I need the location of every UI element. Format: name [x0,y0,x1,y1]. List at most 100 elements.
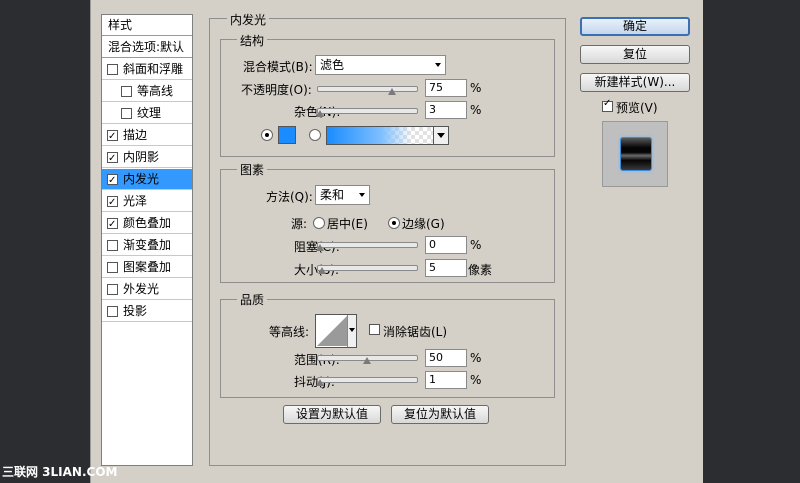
noise-input[interactable]: 3 [425,101,467,119]
noise-slider-thumb[interactable] [316,110,324,117]
method-select[interactable]: 柔和 [315,185,370,205]
ok-button[interactable]: 确定 [580,17,690,36]
quality-title: 品质 [237,291,268,308]
style-list-item[interactable]: 等高线 [102,81,192,102]
blend-mode-value: 滤色 [320,58,345,72]
opacity-input[interactable]: 75 [425,79,467,97]
range-input[interactable]: 50 [425,349,467,367]
jitter-percent: % [470,373,482,387]
style-list-item-label: 等高线 [137,84,174,98]
contour-dropdown-button[interactable] [347,315,356,347]
jitter-slider[interactable] [316,377,418,386]
antialias-label[interactable]: 消除锯齿(L) [383,323,447,340]
style-checkbox[interactable] [107,215,118,235]
range-percent: % [470,351,482,365]
style-checkbox[interactable] [121,108,132,119]
opacity-slider-thumb[interactable] [388,88,396,95]
choke-input[interactable]: 0 [425,236,467,254]
gradient-radio[interactable] [309,129,321,141]
antialias-checkbox[interactable] [369,324,380,335]
size-slider-thumb[interactable] [318,267,326,274]
inner-glow-title: 内发光 [227,11,270,28]
jitter-slider-thumb[interactable] [316,379,324,386]
style-list-item-label: 投影 [123,304,148,318]
blending-options-item[interactable]: 混合选项:默认 [102,37,192,58]
choke-percent: % [470,238,482,252]
choke-slider[interactable] [316,242,418,251]
blend-mode-select[interactable]: 滤色 [315,55,446,75]
style-checkbox[interactable] [107,284,118,295]
style-list-item[interactable]: 渐变叠加 [102,235,192,256]
style-list-item-label: 光泽 [123,194,148,208]
source-label: 源: [291,217,308,231]
contour-picker[interactable] [315,314,357,348]
style-list-item[interactable]: 颜色叠加 [102,213,192,235]
new-style-button[interactable]: 新建样式(W)... [580,73,690,92]
blend-mode-label: 混合模式(B): [243,60,313,74]
style-list-item[interactable]: 内发光 [102,169,192,191]
opacity-label: 不透明度(O): [241,83,312,97]
jitter-input[interactable]: 1 [425,371,467,389]
style-list-item-label: 内发光 [123,172,160,186]
reset-button[interactable]: 复位 [580,45,690,64]
glow-color-swatch[interactable] [278,126,296,144]
range-slider[interactable] [317,355,418,364]
choke-slider-thumb[interactable] [316,244,324,251]
style-checkbox[interactable] [107,306,118,317]
make-default-button[interactable]: 设置为默认值 [283,405,381,424]
structure-title: 结构 [237,32,268,49]
style-checkbox[interactable] [107,149,118,169]
style-list-item-label: 图案叠加 [123,260,172,274]
quality-group [220,299,555,398]
style-list: 样式 混合选项:默认 斜面和浮雕等高线纹理描边内阴影内发光光泽颜色叠加渐变叠加图… [101,14,193,466]
style-list-item[interactable]: 斜面和浮雕 [102,59,192,80]
size-input[interactable]: 5 [425,259,467,277]
chevron-down-icon [437,133,445,138]
noise-slider[interactable] [316,108,418,117]
style-list-item-label: 内阴影 [123,150,160,164]
style-checkbox[interactable] [107,64,118,75]
range-slider-thumb[interactable] [363,357,371,364]
noise-percent: % [470,103,482,117]
style-checkbox[interactable] [107,240,118,251]
opacity-percent: % [470,81,482,95]
method-label: 方法(Q): [266,190,313,204]
style-checkbox[interactable] [107,193,118,213]
contour-label: 等高线: [269,325,310,339]
chevron-down-icon [435,63,441,67]
preview-swatch [620,137,652,171]
elements-title: 图素 [237,161,268,178]
source-edge-label[interactable]: 边缘(G) [402,215,445,232]
style-checkbox[interactable] [107,127,118,147]
opacity-slider[interactable] [317,86,418,95]
styles-header-label: 样式 [108,18,133,32]
size-slider[interactable] [317,265,418,274]
source-center-radio[interactable] [313,217,325,229]
gradient-picker[interactable] [326,126,449,145]
source-edge-radio[interactable] [388,217,400,229]
preview-checkbox[interactable] [602,98,613,112]
source-center-label[interactable]: 居中(E) [327,215,368,232]
layer-style-dialog: 样式 混合选项:默认 斜面和浮雕等高线纹理描边内阴影内发光光泽颜色叠加渐变叠加图… [90,0,703,483]
gradient-dropdown-button[interactable] [433,127,448,144]
style-list-item[interactable]: 光泽 [102,191,192,213]
solid-color-radio[interactable] [261,129,273,141]
preview-label[interactable]: 预览(V) [616,99,658,116]
style-checkbox[interactable] [121,86,132,97]
style-list-item[interactable]: 图案叠加 [102,257,192,278]
reset-default-button[interactable]: 复位为默认值 [391,405,489,424]
blending-options-label: 混合选项:默认 [108,40,185,54]
chevron-down-icon [359,193,365,197]
style-checkbox[interactable] [107,262,118,273]
style-list-item[interactable]: 描边 [102,125,192,147]
styles-header[interactable]: 样式 [102,15,192,36]
style-list-item[interactable]: 纹理 [102,103,192,124]
style-checkbox[interactable] [107,171,118,191]
style-list-item-label: 渐变叠加 [123,238,172,252]
style-list-item[interactable]: 内阴影 [102,147,192,169]
style-list-item-label: 颜色叠加 [123,216,172,230]
style-list-item-label: 描边 [123,128,148,142]
style-list-item[interactable]: 外发光 [102,279,192,300]
method-value: 柔和 [320,188,345,202]
style-list-item[interactable]: 投影 [102,301,192,322]
